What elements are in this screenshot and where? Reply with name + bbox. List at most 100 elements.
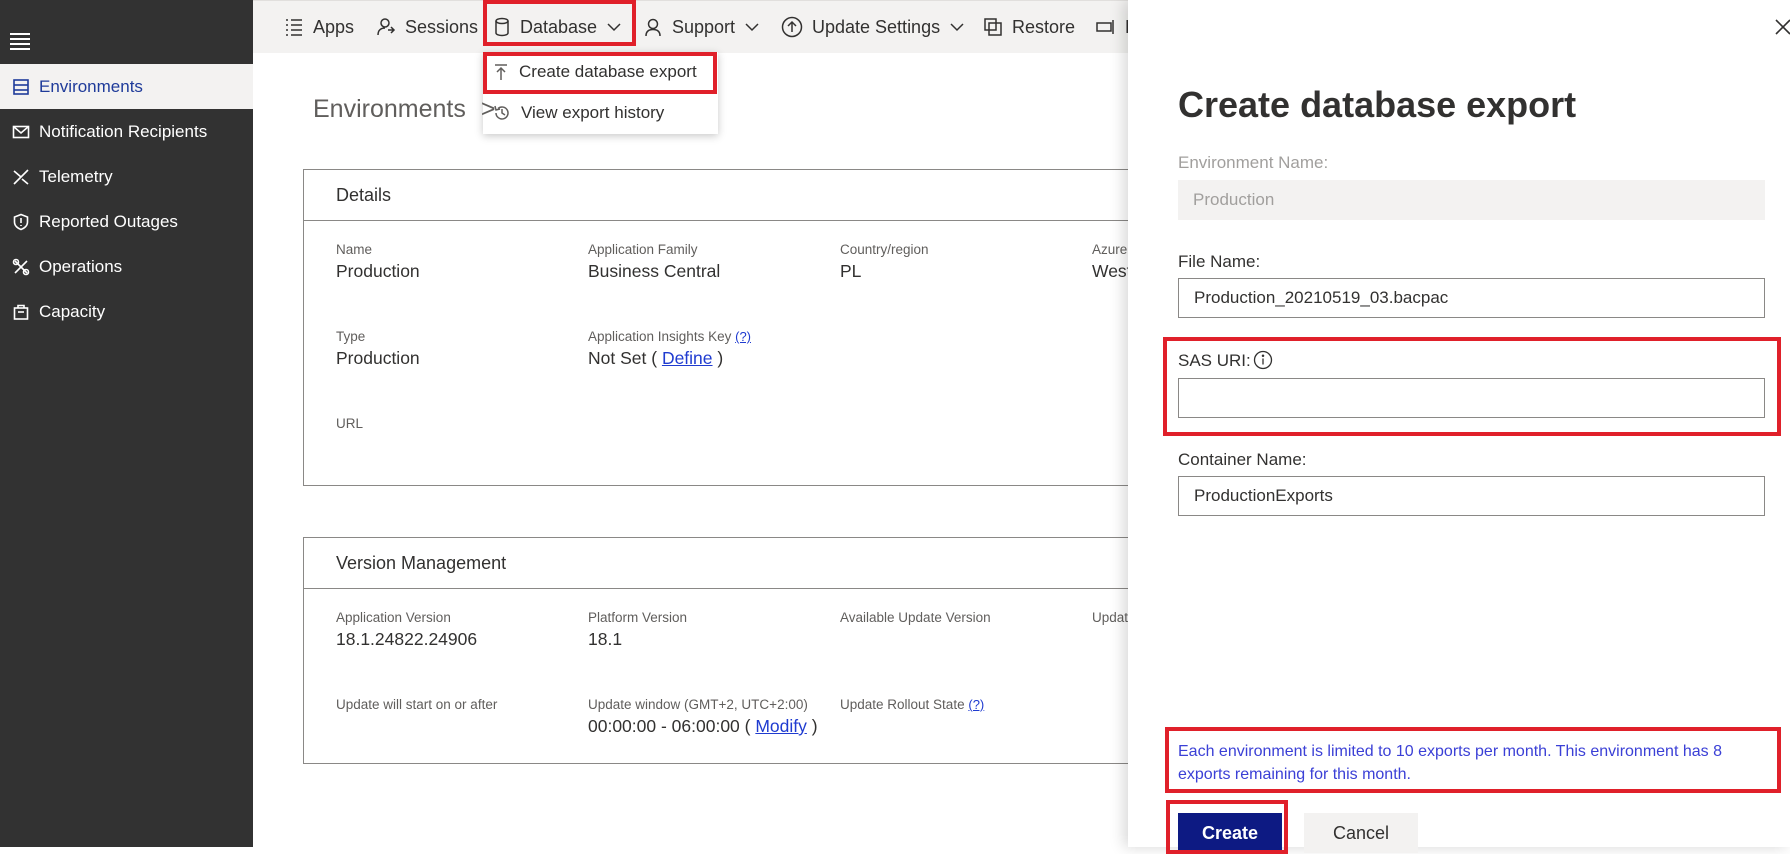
sessions-label: Sessions (405, 16, 479, 37)
file-name-label: File Name: (1178, 252, 1261, 271)
sidebar-item-label: Capacity (39, 301, 106, 321)
details-card-title: Details (304, 170, 1134, 221)
update-settings-menu-button[interactable]: Update Settings (781, 1, 964, 53)
application-insights-help-link[interactable]: (?) (735, 329, 751, 344)
support-label: Support (672, 16, 736, 37)
sas-uri-label: SAS URI: (1178, 351, 1251, 370)
restore-label: Restore (1012, 16, 1076, 37)
file-name-input[interactable] (1178, 278, 1765, 318)
cancel-button[interactable]: Cancel (1304, 813, 1418, 853)
update-window-value: 00:00:00 - 06:00:00 ( Modify ) (588, 716, 818, 737)
mail-icon (10, 121, 32, 143)
support-menu-button[interactable]: Support (643, 1, 759, 53)
update-window-field: Update window (GMT+2, UTC+2:00) 00:00:00… (588, 697, 818, 737)
version-management-card: Version Management Application Version 1… (303, 537, 1134, 764)
restore-button[interactable]: Restore (983, 1, 1075, 53)
update-rollout-help-link[interactable]: (?) (968, 697, 984, 712)
name-value: Production (336, 261, 420, 281)
country-region-field: Country/region PL (840, 242, 929, 282)
update-rollout-state-label-text: Update Rollout State (840, 697, 965, 712)
database-dropdown-menu: Create database export View export histo… (483, 52, 718, 134)
command-bar: Apps Sessions Database Support Update Se… (253, 0, 1138, 53)
application-version-value: 18.1.24822.24906 (336, 629, 478, 649)
update-start-label: Update will start on or after (336, 697, 498, 712)
shield-icon (10, 211, 32, 233)
country-region-label: Country/region (840, 242, 929, 257)
name-field: Name Production (336, 242, 420, 282)
update-field: Updat (1092, 610, 1128, 629)
define-link[interactable]: Define (662, 348, 713, 368)
database-icon (495, 17, 509, 37)
sessions-button[interactable]: Sessions (376, 1, 478, 53)
telemetry-icon (10, 166, 32, 188)
apps-button[interactable]: Apps (284, 1, 354, 53)
export-limit-note: Each environment is limited to 10 export… (1178, 743, 1722, 783)
update-window-time: 00:00:00 - 06:00:00 ( (588, 716, 751, 736)
tools-icon (10, 256, 32, 278)
sidebar-item-reported-outages[interactable]: Reported Outages (0, 199, 253, 244)
apps-list-icon (286, 19, 302, 36)
update-start-field: Update will start on or after (336, 697, 497, 716)
close-icon[interactable] (1772, 16, 1790, 38)
application-version-label: Application Version (336, 610, 451, 625)
history-icon (494, 105, 509, 120)
type-value: Production (336, 348, 420, 368)
sidebar-item-label: Telemetry (39, 166, 113, 186)
application-insights-field: Application Insights Key (?) Not Set ( D… (588, 329, 751, 369)
url-label: URL (336, 416, 364, 431)
modify-link[interactable]: Modify (755, 716, 807, 736)
database-menu-button[interactable]: Database (493, 1, 621, 53)
sidebar-item-label: Reported Outages (39, 211, 178, 231)
menu-item-label: View export history (521, 103, 665, 122)
available-update-version-label: Available Update Version (840, 610, 991, 625)
application-insights-label-text: Application Insights Key (588, 329, 732, 344)
environment-name-field (1178, 180, 1765, 220)
update-window-label: Update window (GMT+2, UTC+2:00) (588, 697, 808, 712)
sidebar-item-notification-recipients[interactable]: Notification Recipients (0, 109, 253, 154)
breadcrumb-environments[interactable]: Environments (313, 95, 466, 123)
application-family-field: Application Family Business Central (588, 242, 720, 282)
container-name-input[interactable] (1178, 476, 1765, 516)
azure-region-label: Azure (1092, 242, 1128, 257)
available-update-version-field: Available Update Version (840, 610, 991, 629)
sidebar-item-operations[interactable]: Operations (0, 244, 253, 289)
update-rollout-state-label: Update Rollout State (?) (840, 697, 984, 712)
sidebar-item-label: Operations (39, 256, 123, 276)
menu-item-label: Create database export (519, 62, 697, 81)
hamburger-menu-icon[interactable] (10, 30, 30, 50)
sidebar-item-label: Notification Recipients (39, 121, 208, 141)
container-name-label: Container Name: (1178, 450, 1307, 469)
sidebar-item-telemetry[interactable]: Telemetry (0, 154, 253, 199)
name-label: Name (336, 242, 373, 257)
chevron-down-icon (607, 23, 621, 32)
info-icon[interactable] (1253, 350, 1273, 370)
azure-region-field: Azure West (1092, 242, 1132, 282)
menu-item-create-database-export[interactable]: Create database export (483, 53, 718, 91)
sidebar-item-capacity[interactable]: Capacity (0, 289, 253, 334)
update-window-suffix: ) (811, 716, 818, 736)
sidebar-item-label: Environments (39, 76, 143, 96)
chevron-down-icon (950, 23, 964, 32)
sas-uri-input[interactable] (1178, 378, 1765, 418)
application-insights-label: Application Insights Key (?) (588, 329, 751, 344)
update-rollout-state-field: Update Rollout State (?) (840, 697, 984, 716)
sidebar-item-environments[interactable]: Environments (0, 64, 253, 109)
breadcrumb-separator: > (480, 95, 496, 123)
apps-label: Apps (313, 16, 355, 37)
application-insights-value: Not Set ( Define ) (588, 348, 751, 369)
chevron-down-icon (745, 23, 759, 32)
details-card: Details Name Production Application Fami… (303, 169, 1134, 486)
list-icon (10, 76, 32, 98)
platform-version-field: Platform Version 18.1 (588, 610, 687, 650)
menu-item-view-export-history[interactable]: View export history (483, 94, 718, 132)
application-insights-suffix: ) (717, 348, 724, 368)
panel-title: Create database export (1178, 84, 1577, 125)
create-button[interactable]: Create (1178, 813, 1282, 853)
environment-name-label: Environment Name: (1178, 153, 1329, 172)
url-field: URL (336, 416, 363, 435)
platform-version-label: Platform Version (588, 610, 688, 625)
upload-circle-icon (781, 16, 803, 38)
application-family-value: Business Central (588, 261, 721, 281)
application-version-field: Application Version 18.1.24822.24906 (336, 610, 477, 650)
update-label: Updat (1092, 610, 1129, 625)
